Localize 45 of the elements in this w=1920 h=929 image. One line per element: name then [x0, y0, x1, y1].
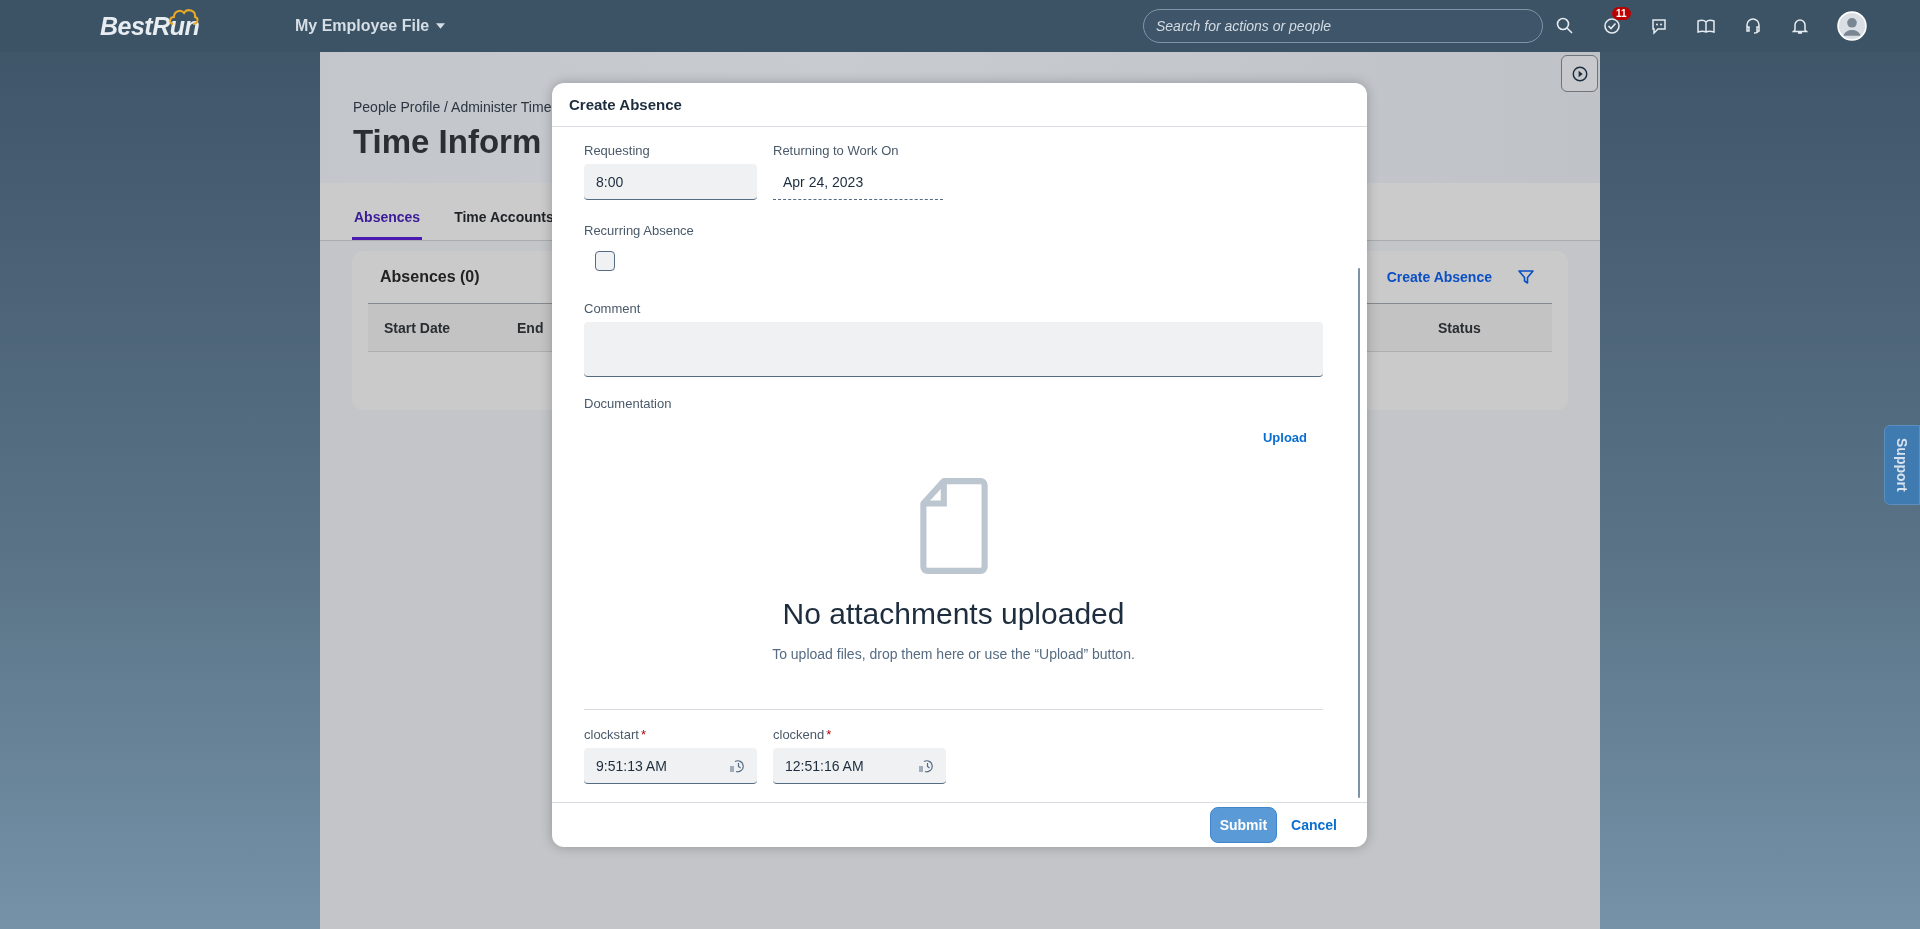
dialog-title: Create Absence: [569, 96, 682, 113]
recurring-checkbox[interactable]: [595, 251, 615, 271]
headset-icon[interactable]: [1743, 16, 1763, 36]
return-date-field: Apr 24, 2023: [773, 164, 943, 200]
avatar-icon[interactable]: [1837, 11, 1867, 41]
breadcrumb: People Profile / Administer Time: [353, 99, 552, 115]
clock-history-icon: [729, 757, 745, 774]
field-label: Requesting: [584, 143, 651, 158]
chat-bot-icon[interactable]: [1649, 16, 1669, 36]
search-field[interactable]: Search for actions or people: [1143, 9, 1543, 43]
support-tab[interactable]: Support: [1884, 425, 1920, 505]
time-field[interactable]: 9:51:13 AM: [584, 748, 757, 784]
field-label: clockstart*: [584, 727, 647, 742]
page-tab[interactable]: Absences: [352, 209, 423, 240]
search-icon[interactable]: [1555, 16, 1575, 36]
field-label: Recurring Absence: [584, 223, 694, 238]
column-header: Start Date: [383, 319, 452, 336]
empty-state-title: No attachments uploaded: [782, 597, 1125, 631]
comment-field[interactable]: [584, 322, 1323, 377]
card-title: Absences (0): [380, 268, 481, 286]
empty-state-hint: To upload files, drop them here or use the “Upload” button.: [772, 646, 1135, 662]
notification-badge: 11: [1612, 7, 1631, 20]
field-label: Returning to Work On: [773, 143, 900, 158]
create-absence-link[interactable]: Create Absence: [1386, 269, 1492, 285]
logo[interactable]: BestRun: [100, 11, 215, 41]
play-button[interactable]: [1561, 55, 1598, 92]
field-label: Comment: [584, 301, 641, 316]
check-circle-icon[interactable]: [1602, 16, 1622, 36]
caret-icon: [436, 23, 446, 29]
scrollbar[interactable]: [1358, 268, 1360, 798]
play-icon: [1570, 64, 1589, 83]
upload-button[interactable]: Upload: [1246, 426, 1323, 449]
page-tab[interactable]: Time Accounts: [452, 209, 556, 240]
column-header: Status: [1437, 319, 1482, 336]
field-label: Documentation: [584, 396, 672, 411]
time-field[interactable]: 12:51:16 AM: [773, 748, 946, 784]
column-header: End: [516, 319, 545, 336]
bell-icon[interactable]: [1790, 16, 1810, 36]
filter-icon[interactable]: [1516, 267, 1536, 287]
cancel-button[interactable]: Cancel: [1283, 809, 1345, 841]
clock-history-icon: [918, 757, 934, 774]
requesting-field[interactable]: 8:00: [584, 164, 757, 200]
app-title-menu[interactable]: My Employee File: [295, 17, 446, 35]
field-label: clockend*: [773, 727, 833, 742]
page-title: Time Inform: [353, 123, 542, 161]
